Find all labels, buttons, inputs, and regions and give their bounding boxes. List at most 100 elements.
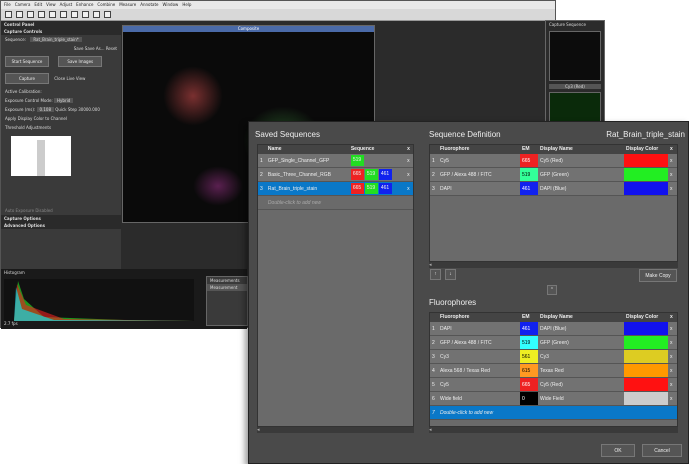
menu-item[interactable]: Camera bbox=[15, 1, 31, 9]
col-display-color[interactable]: Display Color bbox=[624, 145, 668, 154]
ok-button[interactable]: OK bbox=[601, 444, 635, 457]
table-row[interactable]: 2 Basic_Three_Channel_RGB 665 519 461 x bbox=[258, 168, 413, 182]
menu-item[interactable]: Annotate bbox=[140, 1, 158, 9]
table-row[interactable]: 3 DAPI 461 DAPI (Blue) x bbox=[430, 182, 677, 196]
quick-step-button[interactable]: Quick Step bbox=[55, 107, 77, 112]
col-fluorophore[interactable]: Fluorophore bbox=[438, 145, 520, 154]
capture-button[interactable]: Capture bbox=[5, 73, 49, 84]
col-em[interactable]: EM bbox=[520, 313, 538, 322]
move-down-button[interactable]: ↓ bbox=[445, 269, 456, 280]
delete-row-icon[interactable]: x bbox=[668, 336, 676, 349]
display-color-swatch[interactable] bbox=[624, 392, 668, 405]
help-icon[interactable] bbox=[104, 11, 111, 18]
col-em[interactable]: EM bbox=[520, 145, 538, 154]
add-sequence-row[interactable]: Double-click to add new bbox=[258, 196, 413, 210]
col-sequence[interactable]: Sequence bbox=[349, 145, 405, 154]
table-row[interactable]: 2 GFP / Alexa 488 / FITC 519 GFP (Green) x bbox=[430, 168, 677, 182]
table-row[interactable]: 5 Cy5 665 Cy5 (Red) x bbox=[430, 378, 677, 392]
move-up-button[interactable]: ↑ bbox=[430, 269, 441, 280]
fluorophore-cell: GFP / Alexa 488 / FITC bbox=[440, 340, 492, 346]
capture-options-header[interactable]: Capture Options bbox=[1, 215, 121, 222]
display-name-cell: GFP (Green) bbox=[540, 172, 569, 178]
delete-row-icon[interactable]: x bbox=[405, 154, 413, 167]
row-num: 3 bbox=[432, 186, 435, 192]
delete-row-icon[interactable]: x bbox=[668, 322, 676, 335]
display-color-swatch[interactable] bbox=[624, 154, 668, 167]
menu-item[interactable]: Window bbox=[163, 1, 179, 9]
table-row[interactable]: 3 Rat_Brain_triple_stain 665 519 461 x bbox=[258, 182, 413, 196]
table-row[interactable]: 1 GFP_Single_Channel_GFP 519 x bbox=[258, 154, 413, 168]
display-color-swatch[interactable] bbox=[624, 182, 668, 195]
capture-controls-header[interactable]: Capture Controls bbox=[1, 28, 121, 35]
delete-row-icon[interactable]: x bbox=[405, 168, 413, 181]
display-color-swatch[interactable] bbox=[624, 322, 668, 335]
camera-icon[interactable] bbox=[82, 11, 89, 18]
add-to-sequence-button[interactable]: ⌃ bbox=[547, 285, 557, 295]
make-copy-button[interactable]: Make Copy bbox=[639, 269, 677, 282]
threshold-histogram[interactable] bbox=[11, 136, 71, 176]
table-row[interactable]: 2 GFP / Alexa 488 / FITC 519 GFP (Green) x bbox=[430, 336, 677, 350]
col-display-name[interactable]: Display Name bbox=[538, 145, 624, 154]
delete-row-icon[interactable]: x bbox=[668, 392, 676, 405]
reset-button[interactable]: Reset bbox=[106, 46, 117, 51]
delete-row-icon[interactable]: x bbox=[668, 168, 676, 181]
menu-item[interactable]: View bbox=[46, 1, 56, 9]
col-display-color[interactable]: Display Color bbox=[624, 313, 668, 322]
add-fluorophore-row[interactable]: 7 Double-click to add new bbox=[430, 406, 677, 420]
menu-item[interactable]: Measure bbox=[119, 1, 136, 9]
em-swatch: 665 bbox=[350, 183, 364, 194]
table-row[interactable]: 3 Cy3 561 Cy3 x bbox=[430, 350, 677, 364]
save-images-button[interactable]: Save Images bbox=[58, 56, 103, 67]
display-color-swatch[interactable] bbox=[624, 168, 668, 181]
undo-icon[interactable] bbox=[60, 11, 67, 18]
save-as-button[interactable]: Save As... bbox=[85, 46, 105, 51]
save-button[interactable]: Save bbox=[74, 46, 84, 51]
capture-thumbnail[interactable] bbox=[549, 31, 601, 81]
display-color-swatch[interactable] bbox=[624, 378, 668, 391]
sequence-select[interactable]: Rat_Brain_triple_stain* bbox=[30, 37, 82, 42]
saved-hscroll[interactable]: ◂ bbox=[257, 426, 414, 433]
exposure-control-mode-select[interactable]: Hybrid bbox=[54, 98, 74, 103]
new-icon[interactable] bbox=[5, 11, 12, 18]
save-icon[interactable] bbox=[27, 11, 34, 18]
menu-item[interactable]: Adjust bbox=[60, 1, 73, 9]
apply-display-color-checkbox[interactable]: Apply Display Color to Channel bbox=[1, 114, 121, 123]
delete-row-icon[interactable]: x bbox=[668, 350, 676, 363]
display-name-cell: Wide Field bbox=[540, 396, 564, 402]
open-icon[interactable] bbox=[16, 11, 23, 18]
grid-icon[interactable] bbox=[93, 11, 100, 18]
histogram-plot[interactable] bbox=[4, 279, 194, 321]
table-row[interactable]: 1 Cy5 665 Cy5 (Red) x bbox=[430, 154, 677, 168]
close-live-view-checkbox[interactable]: Close Live View bbox=[54, 76, 85, 81]
table-row[interactable]: 6 Wide field 0 Wide Field x bbox=[430, 392, 677, 406]
display-color-swatch[interactable] bbox=[624, 350, 668, 363]
exposure-input[interactable]: 0.108 bbox=[36, 107, 54, 112]
histogram-peak bbox=[37, 140, 45, 176]
zoom-icon[interactable] bbox=[49, 11, 56, 18]
redo-icon[interactable] bbox=[71, 11, 78, 18]
print-icon[interactable] bbox=[38, 11, 45, 18]
definition-hscroll[interactable]: ◂ bbox=[429, 261, 678, 268]
col-fluorophore[interactable]: Fluorophore bbox=[438, 313, 520, 322]
display-color-swatch[interactable] bbox=[624, 364, 668, 377]
menu-item[interactable]: Enhance bbox=[76, 1, 93, 9]
cancel-button[interactable]: Cancel bbox=[642, 444, 682, 457]
display-color-swatch[interactable] bbox=[624, 336, 668, 349]
menu-item[interactable]: File bbox=[4, 1, 11, 9]
col-name[interactable]: Name bbox=[266, 145, 349, 154]
delete-row-icon[interactable]: x bbox=[668, 364, 676, 377]
fluorophores-hscroll[interactable]: ◂ bbox=[429, 426, 678, 433]
delete-row-icon[interactable]: x bbox=[405, 182, 413, 195]
menu-item[interactable]: Combine bbox=[97, 1, 115, 9]
advanced-options-header[interactable]: Advanced Options bbox=[1, 222, 121, 229]
menu-item[interactable]: Edit bbox=[34, 1, 42, 9]
delete-row-icon[interactable]: x bbox=[668, 182, 676, 195]
em-swatch: 461 bbox=[378, 183, 392, 194]
menu-item[interactable]: Help bbox=[182, 1, 191, 9]
table-row[interactable]: 4 Alexa 568 / Texas Red 615 Texas Red x bbox=[430, 364, 677, 378]
delete-row-icon[interactable]: x bbox=[668, 154, 676, 167]
start-sequence-button[interactable]: Start Sequence bbox=[5, 56, 49, 67]
delete-row-icon[interactable]: x bbox=[668, 378, 676, 391]
col-display-name[interactable]: Display Name bbox=[538, 313, 624, 322]
table-row[interactable]: 1 DAPI 461 DAPI (Blue) x bbox=[430, 322, 677, 336]
